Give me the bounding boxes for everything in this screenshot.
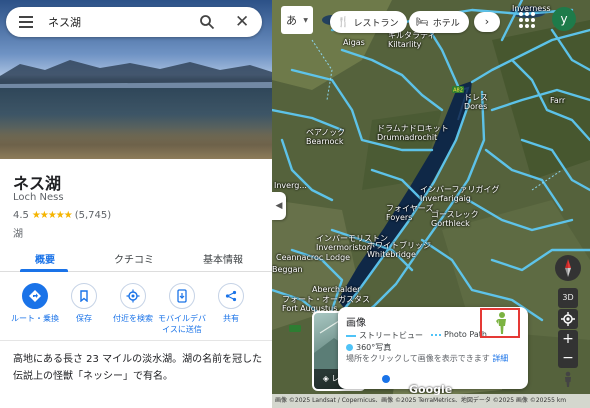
pegman-icon[interactable] (562, 371, 574, 387)
place-panel: ネス湖 ✕ ネス湖 Loch Ness 4.5 ★★★★★ (5,745) 湖 … (0, 0, 272, 408)
chip-hotels[interactable]: 🛏 ホテル (409, 11, 469, 33)
send-to-phone-label: モバイルデバイスに送信 (158, 314, 206, 334)
imagery-hint: 場所をクリックして画像を表示できます 詳細 (346, 353, 508, 364)
place-subtitle: Loch Ness (13, 192, 64, 203)
directions-button[interactable]: ルート・乗換 (9, 283, 61, 324)
share-button[interactable]: 共有 (205, 283, 257, 324)
tab-reviews[interactable]: クチコミ (114, 251, 154, 266)
road-label: A82 (453, 88, 463, 94)
place-label-dores[interactable]: ドレス Dores (464, 93, 488, 111)
save-label: 保存 (76, 314, 92, 323)
collapse-panel-button[interactable]: ◀ (272, 192, 286, 220)
place-label-aberchalder[interactable]: Aberchalder (312, 285, 360, 294)
hotel-icon: 🛏 (416, 16, 429, 28)
imagery-hint-text: 場所をクリックして画像を表示できます (346, 354, 490, 363)
map-attribution: 画像 ©2025 Landsat / Copernicus、画像 ©2025 T… (272, 394, 590, 408)
imagery-panel-title: 画像 (346, 318, 366, 329)
place-title: ネス湖 (13, 174, 62, 193)
share-icon (218, 283, 244, 309)
place-category[interactable]: 湖 (13, 225, 23, 240)
shore-rocks (0, 128, 272, 159)
star-rating-icon: ★★★★★ (31, 210, 73, 221)
legend-street-view-label: ストリートビュー (359, 331, 423, 340)
learn-more-link[interactable]: 詳細 (492, 354, 508, 363)
legend-photo-path: Photo Path (431, 330, 487, 339)
ime-toggle[interactable]: あ ▼ (281, 6, 313, 34)
place-label-kiltarlity[interactable]: キルタラティ Kiltarlity (388, 31, 436, 49)
chip-hotels-label: ホテル (432, 18, 460, 29)
send-to-phone-button[interactable]: モバイルデバイスに送信 (156, 283, 208, 335)
restaurant-icon: 🍴 (337, 16, 350, 28)
nearby-label: 付近を検索 (113, 314, 153, 323)
place-label-inverg[interactable]: Inverg... (274, 181, 307, 190)
review-count[interactable]: (5,745) (75, 210, 111, 221)
tab-about[interactable]: 基本情報 (203, 251, 243, 266)
directions-icon (22, 283, 48, 309)
place-label-whitebridge[interactable]: ホワイトブリッジ Whitebridge (367, 241, 431, 259)
ime-label: あ (286, 14, 297, 27)
bookmark-icon (71, 283, 97, 309)
dot-icon (346, 344, 353, 351)
apps-grid-icon[interactable] (516, 9, 538, 31)
place-label-beggan[interactable]: Beggan (272, 265, 303, 274)
pegman-icon (496, 312, 506, 334)
tab-overview[interactable]: 概要 (35, 251, 55, 266)
zoom-out-button[interactable]: − (558, 349, 578, 368)
place-label-drumnadrochit[interactable]: ドラムナドロキット Drumnadrochit (377, 124, 449, 142)
zoom-controls: + − (558, 330, 578, 368)
place-label-gorthleck[interactable]: ゴースレック Gorthleck (431, 210, 479, 228)
rating-value: 4.5 (13, 210, 29, 221)
tab-indicator (20, 269, 68, 272)
nearby-icon (120, 283, 146, 309)
share-label: 共有 (223, 314, 239, 323)
chip-restaurants[interactable]: 🍴 レストラン (330, 11, 408, 33)
tab-bar: 概要 クチコミ 基本情報 (0, 244, 272, 272)
place-label-inverfarigaig[interactable]: インバーファリガイグ Inverfarigaig (420, 185, 499, 203)
place-description: 高地にある長さ 23 マイルの淡水湖。湖の名前を冠した伝説上の怪獣「ネッシー」で… (13, 354, 263, 382)
section-divider (0, 340, 272, 341)
send-to-phone-icon (169, 283, 195, 309)
save-button[interactable]: 保存 (58, 283, 110, 324)
legend-360-photo-label: 360°写真 (356, 343, 392, 352)
zoom-in-button[interactable]: + (558, 330, 578, 349)
toggle-3d-button[interactable]: 3D (558, 288, 578, 308)
place-label-foyers[interactable]: フォイヤーズ Foyers (386, 204, 433, 222)
search-icon[interactable] (199, 14, 215, 30)
place-label-farr[interactable]: Farr (550, 96, 565, 105)
compass-icon (565, 259, 571, 277)
place-hero-photo[interactable]: ネス湖 ✕ (0, 0, 272, 159)
chevron-right-icon: › (484, 15, 490, 28)
chevron-down-icon: ▼ (303, 17, 308, 24)
pegman-highlight-box[interactable] (480, 308, 520, 338)
close-icon[interactable]: ✕ (235, 13, 249, 31)
directions-label: ルート・乗換 (11, 314, 59, 323)
dotted-line-icon (431, 333, 441, 336)
mountain-silhouette (0, 60, 272, 88)
place-label-ceannacroc[interactable]: Ceannacroc Lodge (276, 253, 350, 262)
chip-restaurants-label: レストラン (353, 18, 399, 29)
legend-360-photo: 360°写真 (346, 342, 391, 353)
rating-row: 4.5 ★★★★★ (5,745) (13, 210, 111, 221)
menu-icon[interactable] (19, 16, 33, 28)
photo-dot-icon (382, 375, 390, 383)
search-query[interactable]: ネス湖 (48, 14, 81, 30)
compass-button[interactable] (555, 255, 581, 281)
my-location-icon (561, 312, 575, 326)
profile-avatar[interactable]: y (552, 7, 576, 31)
nearby-button[interactable]: 付近を検索 (107, 283, 159, 324)
solid-line-icon (346, 334, 356, 337)
place-label-bearnock[interactable]: ベアノック Bearnock (306, 128, 345, 146)
chips-scroll-right-button[interactable]: › (474, 12, 500, 32)
legend-street-view: ストリートビュー (346, 330, 423, 341)
my-location-button[interactable] (558, 309, 578, 329)
map-canvas[interactable]: A82 Inverness Aigas キルタラティ Kiltarlity ドレ… (272, 0, 590, 408)
place-label-aigas[interactable]: Aigas (343, 38, 365, 47)
search-bar[interactable]: ネス湖 ✕ (6, 7, 262, 37)
